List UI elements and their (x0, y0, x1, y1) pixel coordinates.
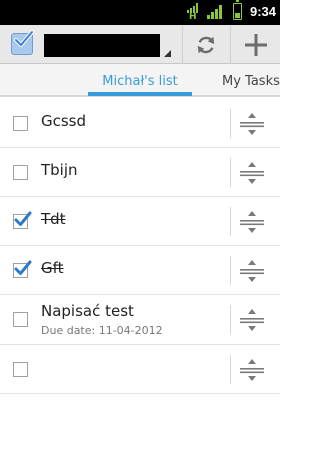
list-name-redacted (44, 34, 160, 57)
drag-handle-icon[interactable] (238, 259, 266, 283)
drag-handle-icon[interactable] (238, 161, 266, 185)
row-divider (230, 109, 231, 138)
tab-my-tasks[interactable]: My Tasks (222, 74, 280, 89)
drag-handle-icon[interactable] (238, 358, 266, 382)
drag-handle-icon[interactable] (238, 210, 266, 234)
active-tab-indicator (88, 92, 192, 96)
row-divider (230, 207, 231, 236)
drag-handle-icon[interactable] (238, 112, 266, 136)
task-title[interactable]: Gft (41, 259, 64, 277)
row-divider (230, 355, 231, 384)
checkmark-icon (14, 211, 32, 226)
task-title[interactable]: Napisać test (41, 302, 134, 320)
status-time: 9:34 (250, 4, 277, 19)
add-icon (245, 33, 267, 56)
task-title[interactable]: Gcssd (41, 112, 86, 130)
task-title[interactable]: Tbijn (41, 161, 78, 179)
task-checkbox[interactable] (13, 362, 28, 377)
dropdown-caret-icon (164, 50, 171, 57)
list-selector-dropdown[interactable] (44, 34, 171, 57)
signal-strength-icon (207, 5, 223, 19)
app-checklist-icon[interactable] (9, 30, 36, 58)
checkmark-icon (14, 260, 32, 275)
task-checkbox[interactable] (13, 165, 28, 180)
task-row[interactable]: Tdt (0, 197, 280, 246)
task-checkbox-checked[interactable] (13, 211, 32, 229)
action-divider (182, 25, 183, 64)
task-row[interactable]: Gcssd (0, 99, 280, 148)
task-title[interactable]: Tdt (41, 210, 66, 228)
row-divider (230, 256, 231, 285)
row-divider (230, 305, 231, 334)
network-type-label: H (189, 12, 197, 22)
action-divider (230, 25, 231, 64)
tab-strip: Michał's list My Tasks (0, 64, 280, 97)
add-task-button[interactable] (232, 25, 280, 64)
task-row-empty[interactable] (0, 345, 280, 394)
task-list: Gcssd Tbijn Tdt Gft Napisać test Due dat… (0, 99, 280, 394)
battery-icon (233, 0, 242, 20)
task-checkbox[interactable] (13, 116, 28, 131)
h-network-icon: H (187, 3, 199, 22)
sync-icon (197, 36, 215, 53)
task-due-date: Due date: 11-04-2012 (41, 324, 163, 337)
task-row[interactable]: Tbijn (0, 148, 280, 197)
status-bar: H 9:34 (0, 0, 280, 25)
tab-michals-list[interactable]: Michał's list (88, 74, 192, 89)
sync-button[interactable] (185, 25, 227, 64)
task-checkbox[interactable] (13, 312, 28, 327)
task-row[interactable]: Gft (0, 246, 280, 295)
action-bar (0, 25, 280, 64)
row-divider (230, 158, 231, 187)
task-checkbox-checked[interactable] (13, 260, 32, 278)
task-row[interactable]: Napisać test Due date: 11-04-2012 (0, 295, 280, 345)
drag-handle-icon[interactable] (238, 308, 266, 332)
